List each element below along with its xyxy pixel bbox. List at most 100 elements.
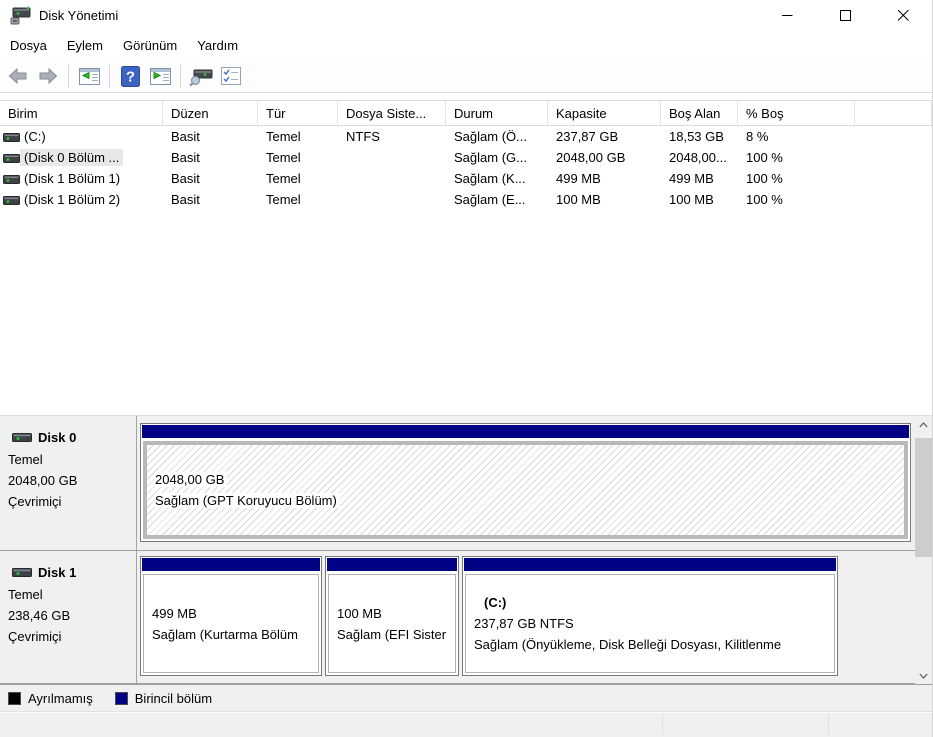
minimize-icon: [781, 14, 792, 16]
partition-size: 499 MB: [152, 605, 197, 621]
maximize-icon: [839, 9, 851, 21]
menu-yardim[interactable]: Yardım: [187, 33, 248, 58]
toolbar: ?: [0, 60, 932, 93]
cell-capacity: 100 MB: [556, 192, 601, 207]
partition-recovery[interactable]: 499 MB Sağlam (Kurtarma Bölüm: [140, 556, 322, 676]
cell-pct-free: 100 %: [746, 150, 783, 165]
column-header-duzen[interactable]: Düzen: [163, 101, 258, 125]
column-header-tur[interactable]: Tür: [258, 101, 338, 125]
partition-type-band: [142, 425, 909, 438]
table-row[interactable]: (Disk 0 Bölüm ... Basit Temel Sağlam (G.…: [0, 147, 932, 168]
column-header-dosya-sistemi[interactable]: Dosya Siste...: [338, 101, 446, 125]
rescan-disks-button[interactable]: [187, 63, 215, 89]
partition-status: Sağlam (EFI Sister: [337, 626, 447, 642]
disk-size: 2048,00 GB: [8, 473, 78, 488]
scroll-up-button[interactable]: [915, 416, 932, 433]
disk-management-window: Disk Yönetimi Dosya Eylem Görünüm Yardım: [0, 0, 933, 737]
back-icon: [8, 68, 27, 84]
cell-capacity: 499 MB: [556, 171, 601, 186]
forward-button[interactable]: [34, 63, 62, 89]
disk-size: 238,46 GB: [8, 608, 71, 623]
partition-status: Sağlam (Önyükleme, Disk Belleği Dosyası,…: [474, 637, 782, 652]
table-row[interactable]: (Disk 1 Bölüm 1) Basit Temel Sağlam (K..…: [0, 168, 932, 189]
disk-1-row: Disk 1 Temel 238,46 GB Çevrimiçi 499 MB …: [0, 551, 932, 684]
cell-type: Temel: [266, 192, 301, 207]
column-header-empty: [855, 101, 932, 125]
volume-icon: [3, 195, 20, 205]
disk-kind: Temel: [8, 452, 43, 467]
close-button[interactable]: [874, 0, 932, 30]
disk-name: Disk 0: [38, 430, 77, 445]
column-header-bos-alan[interactable]: Boş Alan: [661, 101, 738, 125]
show-console-tree-button[interactable]: [75, 63, 103, 89]
cell-capacity: 237,87 GB: [556, 129, 619, 144]
close-icon: [897, 9, 909, 21]
cell-type: Temel: [266, 129, 301, 144]
chevron-down-icon: [919, 673, 928, 679]
show-action-pane-button[interactable]: [146, 63, 174, 89]
column-header-durum[interactable]: Durum: [446, 101, 548, 125]
cell-free: 499 MB: [669, 171, 714, 186]
scroll-down-button[interactable]: [915, 667, 932, 684]
cell-capacity: 2048,00 GB: [556, 150, 626, 165]
partition-size: 100 MB: [337, 605, 382, 621]
cell-free: 18,53 GB: [669, 129, 724, 144]
cell-free: 2048,00...: [669, 150, 727, 165]
volume-name: (Disk 1 Bölüm 1): [24, 171, 121, 186]
partition-efi[interactable]: 100 MB Sağlam (EFI Sister: [325, 556, 459, 676]
volume-icon: [3, 132, 20, 142]
disk-0-row: Disk 0 Temel 2048,00 GB Çevrimiçi 2048,0…: [0, 416, 932, 551]
checklist-button[interactable]: [217, 63, 245, 89]
help-button[interactable]: ?: [116, 63, 144, 89]
disk-0-header[interactable]: Disk 0 Temel 2048,00 GB Çevrimiçi: [0, 416, 137, 550]
menu-gorunum[interactable]: Görünüm: [113, 33, 187, 58]
cell-pct-free: 8 %: [746, 129, 769, 144]
volume-name: (Disk 1 Bölüm 2): [24, 192, 121, 207]
rescan-disks-icon: [189, 69, 213, 86]
volume-icon: [3, 153, 20, 163]
partition-status: Sağlam (Kurtarma Bölüm: [152, 626, 298, 642]
column-header-kapasite[interactable]: Kapasite: [548, 101, 661, 125]
legend-bar: Ayrılmamış Birincil bölüm: [0, 684, 932, 711]
table-row[interactable]: (C:) Basit Temel NTFS Sağlam (Ö... 237,8…: [0, 126, 932, 147]
volume-list-header: Birim Düzen Tür Dosya Siste... Durum Kap…: [0, 100, 932, 126]
table-row[interactable]: (Disk 1 Bölüm 2) Basit Temel Sağlam (E..…: [0, 189, 932, 210]
disk-1-graph: 499 MB Sağlam (Kurtarma Bölüm 100 MB Sağ…: [137, 551, 932, 683]
status-bar-divider: [828, 714, 829, 735]
help-icon: ?: [120, 65, 140, 87]
disk-kind: Temel: [8, 587, 43, 602]
checklist-icon: [221, 67, 241, 85]
cell-pct-free: 100 %: [746, 192, 783, 207]
disk-state: Çevrimiçi: [8, 494, 62, 509]
partition-type-band: [327, 558, 457, 571]
partition-size: 2048,00 GB: [155, 472, 228, 487]
disk-1-header[interactable]: Disk 1 Temel 238,46 GB Çevrimiçi: [0, 551, 137, 683]
maximize-button[interactable]: [816, 0, 874, 30]
back-button[interactable]: [4, 63, 32, 89]
disk-0-graph: 2048,00 GB Sağlam (GPT Koruyucu Bölüm): [137, 416, 932, 550]
column-header-yuzde-bos[interactable]: % Boş: [738, 101, 855, 125]
cell-layout: Basit: [171, 171, 200, 186]
menu-dosya[interactable]: Dosya: [0, 33, 57, 58]
cell-status: Sağlam (G...: [454, 150, 527, 165]
toolbar-separator: [180, 64, 181, 88]
window-title: Disk Yönetimi: [39, 7, 119, 23]
disk-icon: [12, 433, 32, 442]
column-header-birim[interactable]: Birim: [0, 101, 163, 125]
chevron-up-icon: [919, 421, 928, 427]
scrollbar-thumb[interactable]: [915, 438, 932, 557]
graphical-view-pane: Disk 0 Temel 2048,00 GB Çevrimiçi 2048,0…: [0, 415, 932, 684]
vertical-scrollbar[interactable]: [915, 416, 932, 684]
cell-type: Temel: [266, 171, 301, 186]
partition-disk0-gpt[interactable]: 2048,00 GB Sağlam (GPT Koruyucu Bölüm): [140, 423, 911, 542]
svg-text:?: ?: [125, 68, 134, 85]
cell-layout: Basit: [171, 150, 200, 165]
primary-partition-swatch: [114, 691, 128, 705]
disk-state: Çevrimiçi: [8, 629, 62, 644]
partition-c[interactable]: (C:) 237,87 GB NTFS Sağlam (Önyükleme, D…: [462, 556, 838, 676]
minimize-button[interactable]: [758, 0, 816, 30]
legend-label: Birincil bölüm: [134, 690, 213, 706]
menu-eylem[interactable]: Eylem: [57, 33, 113, 58]
menu-bar: Dosya Eylem Görünüm Yardım: [0, 30, 932, 60]
cell-type: Temel: [266, 150, 301, 165]
